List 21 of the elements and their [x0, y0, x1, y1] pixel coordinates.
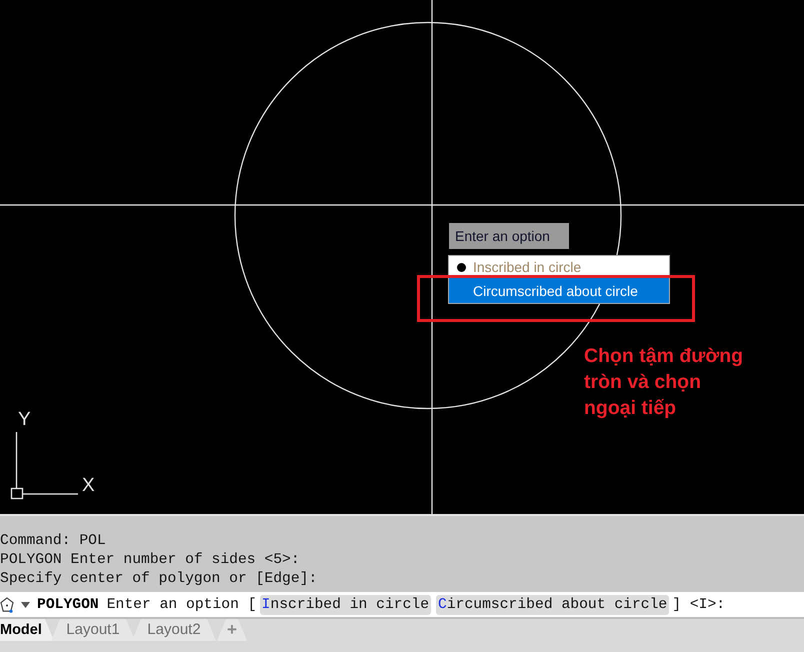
- option-link[interactable]: Inscribed in circle: [260, 594, 432, 614]
- axis-label: X: [82, 476, 95, 495]
- caret-icon[interactable]: [21, 602, 30, 608]
- layout-tab[interactable]: Layout1: [51, 619, 135, 641]
- annotation-text: Chọn tậm đường tròn và chọn ngoại tiếp: [584, 344, 744, 421]
- drawing-canvas[interactable]: Y X Enter an option Inscribed in circle Circumscribed about circle Chọn tậm đường tròn và chọn ngoại tiếp: [0, 0, 804, 516]
- menu-item[interactable]: Circumscribed about circle: [449, 278, 669, 303]
- history-line: POLYGON Enter number of sides <5>:: [0, 551, 301, 570]
- option-link[interactable]: Circumscribed about circle: [436, 594, 670, 614]
- command-name: POLYGON: [37, 596, 99, 612]
- history-line: Command: POL: [0, 532, 107, 551]
- prompt-text: Enter an option [: [106, 596, 257, 612]
- command-line-field[interactable]: POLYGON Enter an option [ Inscribed in circle Circumscribed about circle ] <I>:: [0, 592, 804, 619]
- layout-tab[interactable]: Layout2: [132, 619, 216, 641]
- tooltip: Enter an option: [449, 223, 569, 249]
- polygon-icon[interactable]: [0, 596, 14, 612]
- history-line: Specify center of polygon or [Edge]:: [0, 570, 318, 589]
- prompt-text: ] <I>:: [672, 596, 726, 612]
- layout-tab[interactable]: Model: [0, 619, 54, 641]
- ucs-icon: [10, 432, 78, 500]
- axis-label: Y: [18, 410, 31, 429]
